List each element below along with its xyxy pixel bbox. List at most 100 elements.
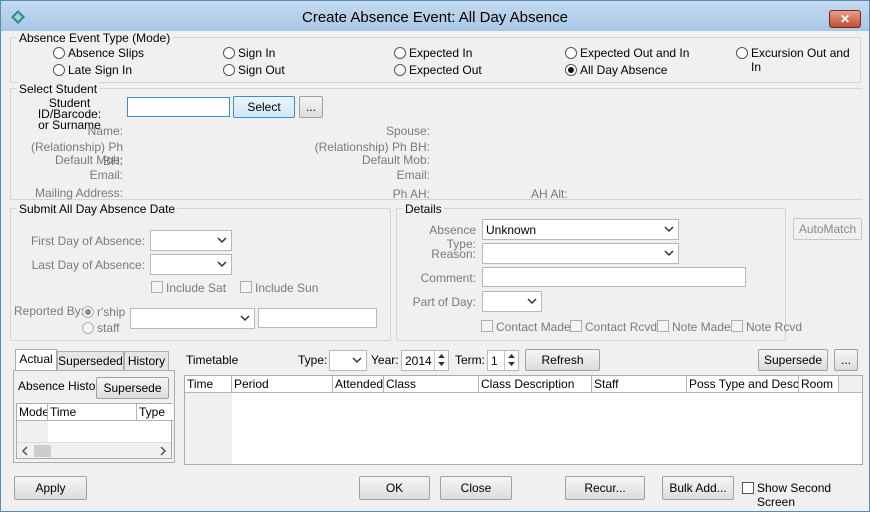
radio-label-expected-in: Expected In — [409, 46, 473, 60]
radio-sign-in[interactable] — [223, 47, 235, 59]
column-header-class-description[interactable]: Class Description — [479, 376, 592, 393]
show-second-screen-checkbox[interactable] — [742, 482, 754, 494]
column-header-type[interactable]: Type — [137, 404, 173, 421]
horizontal-scrollbar[interactable] — [17, 442, 171, 458]
contact-rcvd-checkbox[interactable] — [570, 320, 582, 332]
chevron-down-icon — [352, 357, 362, 364]
first-day-select[interactable] — [150, 230, 232, 251]
term-label: Term: — [455, 353, 485, 367]
column-header-poss-type[interactable]: Poss Type and Desc — [687, 376, 799, 393]
select-student-button[interactable]: Select — [233, 96, 295, 118]
details-group-label: Details — [403, 202, 444, 216]
column-header-room[interactable]: Room — [799, 376, 839, 393]
radio-all-day-absence[interactable] — [565, 64, 577, 76]
last-day-label: Last Day of Absence: — [31, 258, 145, 272]
spin-up-icon[interactable] — [437, 353, 446, 358]
absence-history-label: Absence History — [18, 379, 106, 393]
radio-label-expected-out: Expected Out — [409, 63, 482, 77]
term-spin-buttons[interactable] — [504, 351, 518, 370]
automatch-button[interactable]: AutoMatch — [793, 218, 862, 240]
name-label: Name: — [87, 124, 123, 138]
bulk-add-button[interactable]: Bulk Add... — [662, 476, 734, 500]
spouse-default-mob-label: Default Mob: — [361, 153, 430, 167]
absence-type-select[interactable]: Unknown — [482, 219, 679, 240]
note-rcvd-label: Note Rcvd — [746, 320, 803, 334]
comment-input[interactable] — [482, 267, 746, 287]
refresh-button[interactable]: Refresh — [525, 349, 600, 371]
ok-button[interactable]: OK — [359, 476, 430, 500]
close-button[interactable]: Close — [440, 476, 512, 500]
chevron-down-icon — [664, 226, 674, 233]
radio-label-late-sign-in: Late Sign In — [68, 63, 133, 77]
column-header-filler — [839, 376, 862, 393]
rship-label: r'ship — [97, 305, 126, 319]
radio-expected-out-and-in[interactable] — [565, 47, 577, 59]
student-id-input[interactable] — [127, 97, 230, 117]
radio-sign-out[interactable] — [223, 64, 235, 76]
window-title: Create Absence Event: All Day Absence — [302, 9, 568, 26]
apply-button[interactable]: Apply — [14, 476, 87, 500]
contact-made-checkbox[interactable] — [481, 320, 493, 332]
tab-history[interactable]: History — [124, 351, 169, 371]
timetable-supersede-button[interactable]: Supersede — [758, 349, 828, 371]
ah-alt-label: AH Alt: — [531, 187, 568, 201]
radio-reported-rship[interactable] — [82, 306, 94, 318]
window-close-button[interactable]: ✕ — [829, 10, 861, 28]
radio-reported-staff[interactable] — [82, 322, 94, 334]
column-header-class[interactable]: Class — [384, 376, 479, 393]
show-second-screen-label: Show Second Screen — [757, 481, 832, 509]
radio-expected-in[interactable] — [394, 47, 406, 59]
note-made-label: Note Made — [672, 320, 731, 334]
radio-excursion-out-and-in[interactable] — [736, 47, 748, 59]
left-supersede-button[interactable]: Supersede — [96, 377, 169, 399]
reported-by-input[interactable] — [258, 308, 377, 328]
column-header-staff[interactable]: Staff — [592, 376, 687, 393]
timetable-grid: Time Period Attended Class Class Descrip… — [184, 375, 863, 465]
include-sun-label: Include Sun — [255, 281, 319, 295]
year-spin-buttons[interactable] — [434, 351, 448, 370]
note-made-checkbox[interactable] — [657, 320, 669, 332]
year-spinner[interactable]: 2014 — [401, 350, 449, 371]
reported-by-label: Reported By: — [14, 304, 85, 318]
contact-rcvd-label: Contact Rcvd — [585, 320, 658, 334]
spin-down-icon[interactable] — [437, 362, 446, 367]
scroll-right-icon[interactable] — [158, 446, 168, 456]
tab-actual[interactable]: Actual — [15, 349, 57, 371]
spin-up-icon[interactable] — [507, 353, 516, 358]
dialog-content: Absence Event Type (Mode) Absence Slips … — [8, 31, 863, 509]
row-header-column — [17, 421, 48, 442]
part-of-day-select[interactable] — [482, 291, 542, 312]
include-sun-checkbox[interactable] — [240, 281, 252, 293]
recur-button[interactable]: Recur... — [565, 476, 645, 500]
scroll-thumb[interactable] — [34, 445, 51, 457]
tab-superseded[interactable]: Superseded — [57, 351, 124, 371]
last-day-select[interactable] — [150, 254, 232, 275]
reported-by-select[interactable] — [130, 308, 255, 329]
term-spinner[interactable]: 1 — [487, 350, 519, 371]
include-sat-checkbox[interactable] — [151, 281, 163, 293]
column-header-time[interactable]: Time — [48, 404, 137, 421]
select-student-group-label: Select Student — [17, 82, 100, 96]
spin-down-icon[interactable] — [507, 362, 516, 367]
timetable-more-button[interactable]: ... — [834, 349, 858, 371]
submit-date-group-label: Submit All Day Absence Date — [17, 202, 178, 216]
column-header-time[interactable]: Time — [185, 376, 232, 393]
timetable-type-select[interactable] — [329, 350, 367, 371]
reason-select[interactable] — [482, 243, 679, 264]
term-value: 1 — [491, 354, 498, 368]
radio-label-excursion-out-and-in: Excursion Out and In — [751, 46, 850, 74]
note-rcvd-checkbox[interactable] — [731, 320, 743, 332]
radio-late-sign-in[interactable] — [53, 64, 65, 76]
column-header-period[interactable]: Period — [232, 376, 333, 393]
radio-label-all-day-absence: All Day Absence — [580, 63, 668, 77]
column-header-mode[interactable]: Mode — [17, 404, 48, 421]
absence-history-grid: Mode Time Type — [16, 403, 173, 459]
radio-absence-slips[interactable] — [53, 47, 65, 59]
radio-expected-out[interactable] — [394, 64, 406, 76]
title-bar[interactable]: Create Absence Event: All Day Absence ✕ — [1, 1, 869, 31]
column-header-attended[interactable]: Attended — [333, 376, 384, 393]
include-sat-label: Include Sat — [166, 281, 227, 295]
ph-ah-label: Ph AH: — [392, 187, 430, 201]
student-more-button[interactable]: ... — [299, 96, 323, 118]
scroll-left-icon[interactable] — [20, 446, 30, 456]
